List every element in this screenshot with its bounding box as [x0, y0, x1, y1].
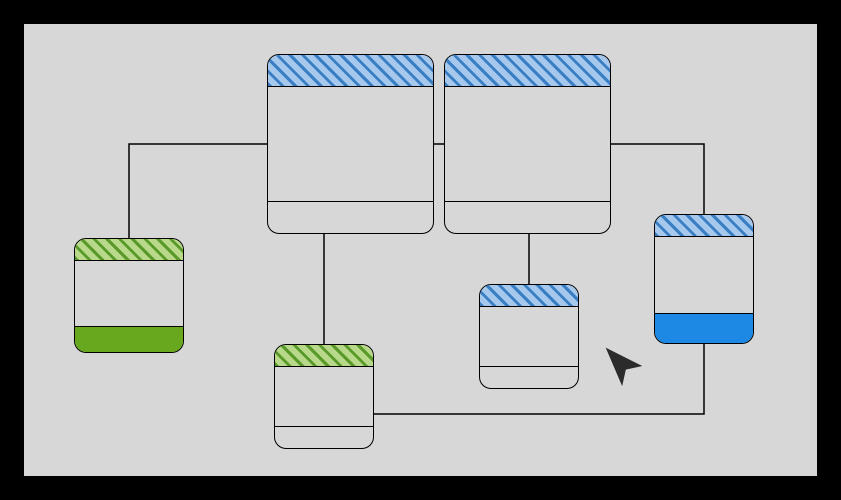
node-footer — [275, 426, 373, 448]
node-footer — [75, 326, 183, 352]
node-big-right[interactable] — [444, 54, 611, 234]
diagram-frame — [20, 20, 821, 480]
node-footer — [480, 366, 578, 388]
node-header — [445, 55, 610, 87]
node-header — [275, 345, 373, 367]
node-header — [655, 215, 753, 237]
node-header — [75, 239, 183, 261]
node-header — [268, 55, 433, 87]
node-footer — [655, 313, 753, 343]
node-left-green[interactable] — [74, 238, 184, 353]
node-header — [480, 285, 578, 307]
node-footer — [268, 201, 433, 233]
cursor-icon — [602, 344, 646, 388]
node-right-blue[interactable] — [654, 214, 754, 344]
node-bot-green[interactable] — [274, 344, 374, 449]
node-mid-blue[interactable] — [479, 284, 579, 389]
diagram-canvas[interactable] — [24, 24, 817, 476]
node-footer — [445, 201, 610, 233]
node-big-left[interactable] — [267, 54, 434, 234]
